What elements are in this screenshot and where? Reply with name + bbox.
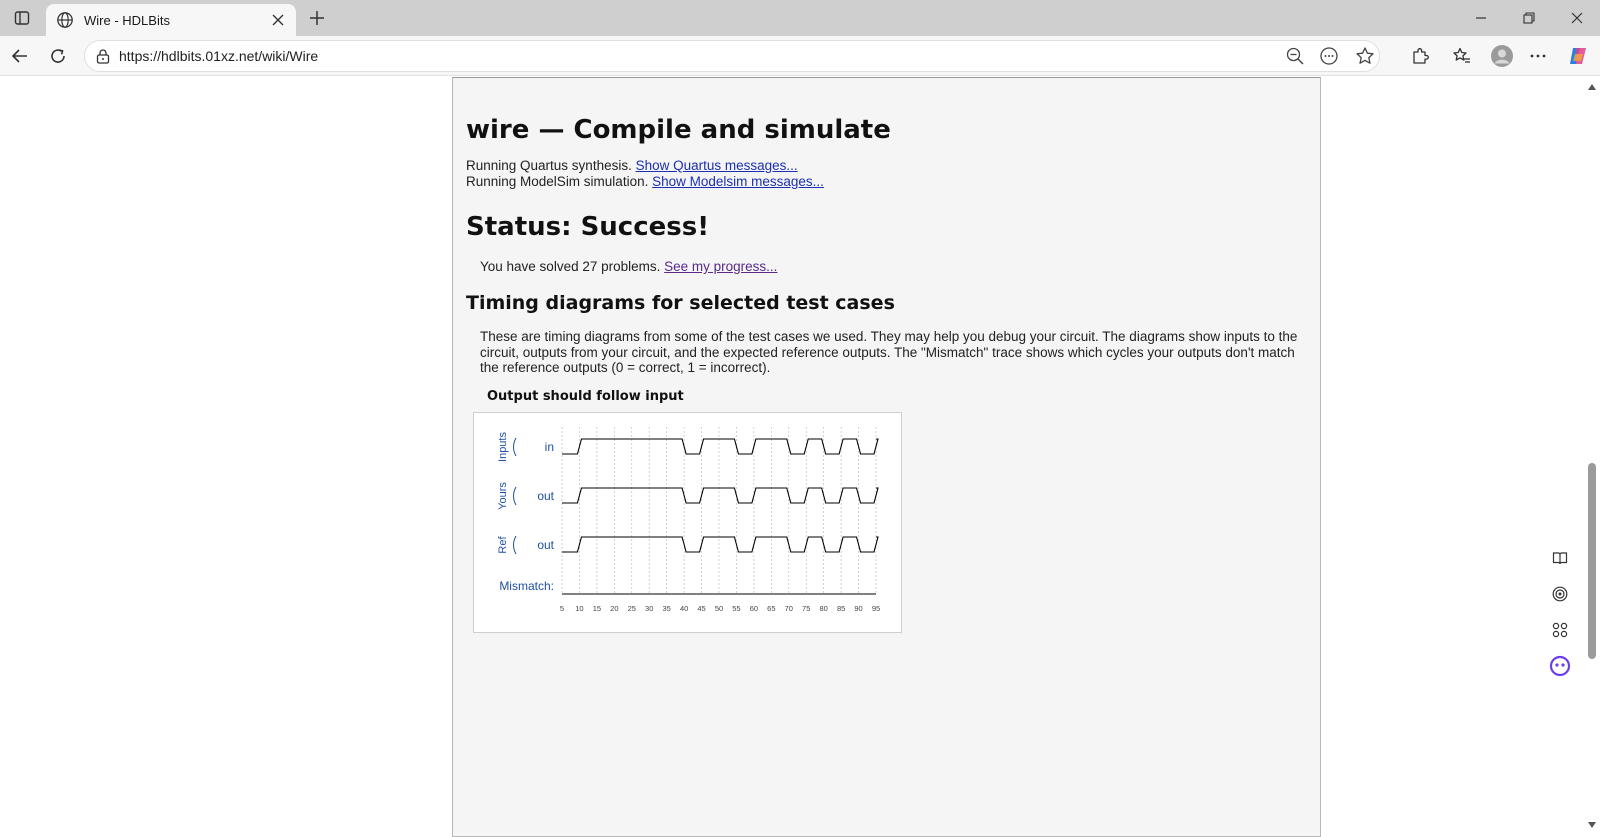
page-viewport: wire — Compile and simulate Running Quar… — [0, 77, 1584, 837]
modelsim-text: Running ModelSim simulation. — [466, 174, 649, 189]
favorites-icon — [1453, 47, 1470, 63]
status-heading: Status: Success! — [466, 212, 710, 242]
quartus-text: Running Quartus synthesis. — [466, 158, 632, 173]
timing-diagram: Inputs in Yours out Ref out Mismatch: 5 10 15 20 25… — [473, 412, 902, 633]
tick-label: 75 — [802, 604, 810, 613]
tab-actions-icon — [14, 11, 30, 25]
tick-label: 60 — [750, 604, 758, 613]
tick-label: 85 — [837, 604, 845, 613]
copilot-button[interactable] — [1564, 42, 1592, 70]
tick-label: 55 — [732, 604, 740, 613]
restore-button[interactable] — [1506, 0, 1552, 36]
profile-button[interactable] — [1488, 42, 1516, 70]
tick-label: 70 — [785, 604, 793, 613]
minimize-icon — [1476, 17, 1486, 19]
quartus-line: Running Quartus synthesis. Show Quartus … — [466, 158, 798, 173]
tick-label: 80 — [819, 604, 827, 613]
group-bracket — [513, 437, 517, 457]
tick-label: 15 — [593, 604, 601, 613]
zoom-out-icon[interactable] — [1285, 46, 1305, 66]
group-label-inputs: Inputs — [497, 432, 509, 462]
refresh-icon — [51, 49, 65, 63]
group-label-yours: Yours — [497, 482, 509, 510]
timing-diagram-svg: Inputs in Yours out Ref out Mismatch: 5 10 15 20 25… — [497, 427, 880, 613]
main-content: wire — Compile and simulate Running Quar… — [452, 77, 1321, 837]
url-text[interactable]: https://hdlbits.01xz.net/wiki/Wire — [119, 48, 318, 64]
plus-icon — [310, 11, 324, 25]
tick-label: 10 — [575, 604, 583, 613]
tick-label: 35 — [662, 604, 670, 613]
tick-label: 90 — [854, 604, 862, 613]
tick-label: 30 — [645, 604, 653, 613]
puzzle-icon — [1413, 48, 1429, 64]
active-tab[interactable]: Wire - HDLBits — [46, 4, 296, 36]
mismatch-label: Mismatch: — [499, 579, 554, 593]
book-icon — [1552, 552, 1568, 565]
tab-actions-button[interactable] — [8, 6, 36, 30]
tick-label: 20 — [610, 604, 618, 613]
settings-menu-button[interactable] — [1524, 42, 1552, 70]
group-bracket — [513, 486, 517, 506]
extensions-button[interactable] — [1406, 42, 1434, 70]
tab-title: Wire - HDLBits — [84, 12, 170, 28]
tick-label: 5 — [560, 604, 564, 613]
test-case-title: Output should follow input — [487, 389, 684, 404]
back-arrow-icon — [11, 49, 27, 63]
favorites-button[interactable] — [1448, 42, 1476, 70]
site-info-icon[interactable] — [95, 48, 111, 64]
refresh-button[interactable] — [44, 42, 72, 70]
tick-label: 40 — [680, 604, 688, 613]
close-window-button[interactable] — [1554, 0, 1600, 36]
minimize-button[interactable] — [1458, 0, 1504, 36]
apps-grid-icon — [1552, 622, 1568, 638]
waveform-ref-out — [562, 536, 879, 553]
scroll-up-arrow-icon[interactable] — [1588, 83, 1596, 91]
broadcast-button[interactable] — [1546, 580, 1574, 608]
read-aloud-icon[interactable] — [1319, 46, 1339, 66]
signal-label-out: out — [537, 538, 554, 552]
browser-toolbar: https://hdlbits.01xz.net/wiki/Wire — [0, 36, 1600, 76]
back-button[interactable] — [6, 42, 34, 70]
page-scrollbar[interactable] — [1584, 77, 1600, 837]
close-icon — [1571, 12, 1583, 24]
tick-label: 45 — [697, 604, 705, 613]
star-icon[interactable] — [1355, 46, 1375, 66]
assistant-button[interactable] — [1546, 652, 1574, 680]
new-tab-button[interactable] — [304, 6, 330, 30]
group-label-ref: Ref — [497, 536, 509, 554]
close-icon — [272, 14, 284, 26]
group-bracket — [513, 535, 517, 555]
tick-label: 25 — [628, 604, 636, 613]
scroll-down-arrow-icon[interactable] — [1588, 821, 1596, 829]
modelsim-line: Running ModelSim simulation. Show Models… — [466, 174, 824, 189]
tick-label: 50 — [715, 604, 723, 613]
solved-text: You have solved 27 problems. — [480, 259, 661, 274]
reading-view-button[interactable] — [1546, 544, 1574, 572]
solved-line: You have solved 27 problems. See my prog… — [480, 259, 777, 274]
signal-label-out: out — [537, 489, 554, 503]
page-title: wire — Compile and simulate — [466, 115, 891, 145]
progress-link[interactable]: See my progress... — [664, 259, 777, 274]
timing-heading: Timing diagrams for selected test cases — [466, 292, 895, 314]
signal-label-in: in — [545, 440, 554, 454]
avatar-icon — [1491, 45, 1513, 67]
more-icon — [1530, 54, 1546, 58]
apps-button[interactable] — [1546, 616, 1574, 644]
scrollbar-thumb[interactable] — [1588, 463, 1596, 659]
copilot-icon — [1570, 48, 1586, 64]
timing-description: These are timing diagrams from some of t… — [480, 329, 1298, 375]
waveform-yours-out — [562, 487, 879, 504]
globe-icon — [57, 12, 73, 28]
restore-icon — [1523, 12, 1535, 24]
tick-label: 95 — [872, 604, 880, 613]
waveform-in — [562, 438, 879, 455]
broadcast-icon — [1552, 586, 1568, 602]
quartus-messages-link[interactable]: Show Quartus messages... — [636, 158, 798, 173]
tab-bar: Wire - HDLBits — [0, 0, 1600, 36]
assistant-icon — [1549, 655, 1571, 677]
tick-label: 65 — [767, 604, 775, 613]
address-bar[interactable]: https://hdlbits.01xz.net/wiki/Wire — [84, 40, 1380, 72]
modelsim-messages-link[interactable]: Show Modelsim messages... — [652, 174, 824, 189]
close-tab-button[interactable] — [270, 12, 286, 28]
